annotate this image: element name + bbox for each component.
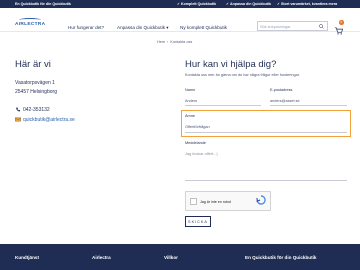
email-label: E-postadress (270, 88, 293, 92)
name-field[interactable]: Anders (185, 99, 197, 103)
nav-new-shop[interactable]: Ny komplett Quickbutik (180, 25, 227, 30)
top-announcement-bar: En Quickbutik för din Quickbutik ✓Komple… (0, 0, 360, 8)
form-intro: Kontakta oss mer än gärna om du har någr… (185, 73, 300, 77)
location-heading: Här är vi (15, 59, 51, 70)
breadcrumb-home[interactable]: Hem (157, 40, 165, 44)
address-city: 25457 Helsingborg (15, 89, 57, 95)
search-icon[interactable] (319, 24, 324, 29)
email-icon (15, 117, 21, 122)
nav-how-it-works[interactable]: Hur fungerar det? (68, 25, 104, 30)
cart-button[interactable]: 0 (334, 20, 344, 35)
footer-col-airlectra: Airlectra (92, 255, 111, 260)
footer-col-tagline: En Quickbutik för din Quickbutik (245, 255, 317, 260)
phone-line[interactable]: 042-353132 (15, 107, 50, 113)
cart-icon (334, 27, 344, 35)
subject-field[interactable]: Offertförfrågan (185, 125, 210, 129)
footer-col-terms: Villkor (164, 255, 178, 260)
subject-label: Ämne (185, 114, 195, 118)
site-logo[interactable]: AIRLECTRA (15, 18, 46, 28)
name-label: Namn (185, 88, 196, 92)
message-label: Meddelande (185, 141, 206, 145)
cart-count-badge: 0 (339, 20, 344, 25)
usp-item: ✓Anpassa din Quickbutik (226, 2, 271, 6)
phone-icon (16, 107, 20, 112)
recaptcha-label: Jag är inte en robot (200, 200, 231, 204)
message-underline (185, 180, 347, 181)
email-line[interactable]: quickbutik@airlectra.se (15, 117, 75, 123)
breadcrumb-current: Kontakta oss (170, 40, 193, 44)
breadcrumb-separator: › (167, 40, 169, 44)
breadcrumb: Hem › Kontakta oss (157, 40, 192, 44)
site-footer: Kundtjänst Airlectra Villkor En Quickbut… (0, 244, 360, 270)
search-input[interactable]: Sök sneposningar (257, 21, 328, 31)
form-heading: Hur kan vi hjälpa dig? (185, 59, 277, 70)
usp-item: ✓Stort varumärket, kvantiera mera (277, 2, 338, 6)
recaptcha-logo-icon (256, 195, 266, 205)
name-field-underline (185, 105, 261, 106)
usp-item: ✓Komplett Quickbutik (177, 2, 217, 6)
subject-field-underline (185, 132, 347, 133)
recaptcha-widget: Jag är inte en robot (185, 191, 271, 211)
search-placeholder: Sök sneposningar (260, 24, 291, 29)
send-button[interactable]: SKICKA (185, 216, 211, 227)
email-field-underline (270, 105, 347, 106)
chevron-down-icon: ▾ (166, 25, 169, 30)
topbar-text: En Quickbutik för din Quickbutik (15, 2, 71, 6)
check-icon: ✓ (177, 2, 181, 6)
subject-highlight-box (181, 110, 351, 137)
nav-customize[interactable]: Anpassa din Quickbutik ▾ (117, 25, 169, 31)
footer-col-customer-service: Kundtjänst (15, 255, 39, 260)
check-icon: ✓ (277, 2, 281, 6)
recaptcha-checkbox[interactable] (190, 198, 197, 205)
address-street: Vasatorpsvägen 1 (15, 80, 55, 86)
check-icon: ✓ (226, 2, 230, 6)
message-textarea[interactable]: Jag önskar offert...) (185, 152, 218, 156)
email-field[interactable]: anders@asset.se (270, 99, 300, 103)
site-header: AIRLECTRA Hur fungerar det? Anpassa din … (0, 8, 360, 35)
